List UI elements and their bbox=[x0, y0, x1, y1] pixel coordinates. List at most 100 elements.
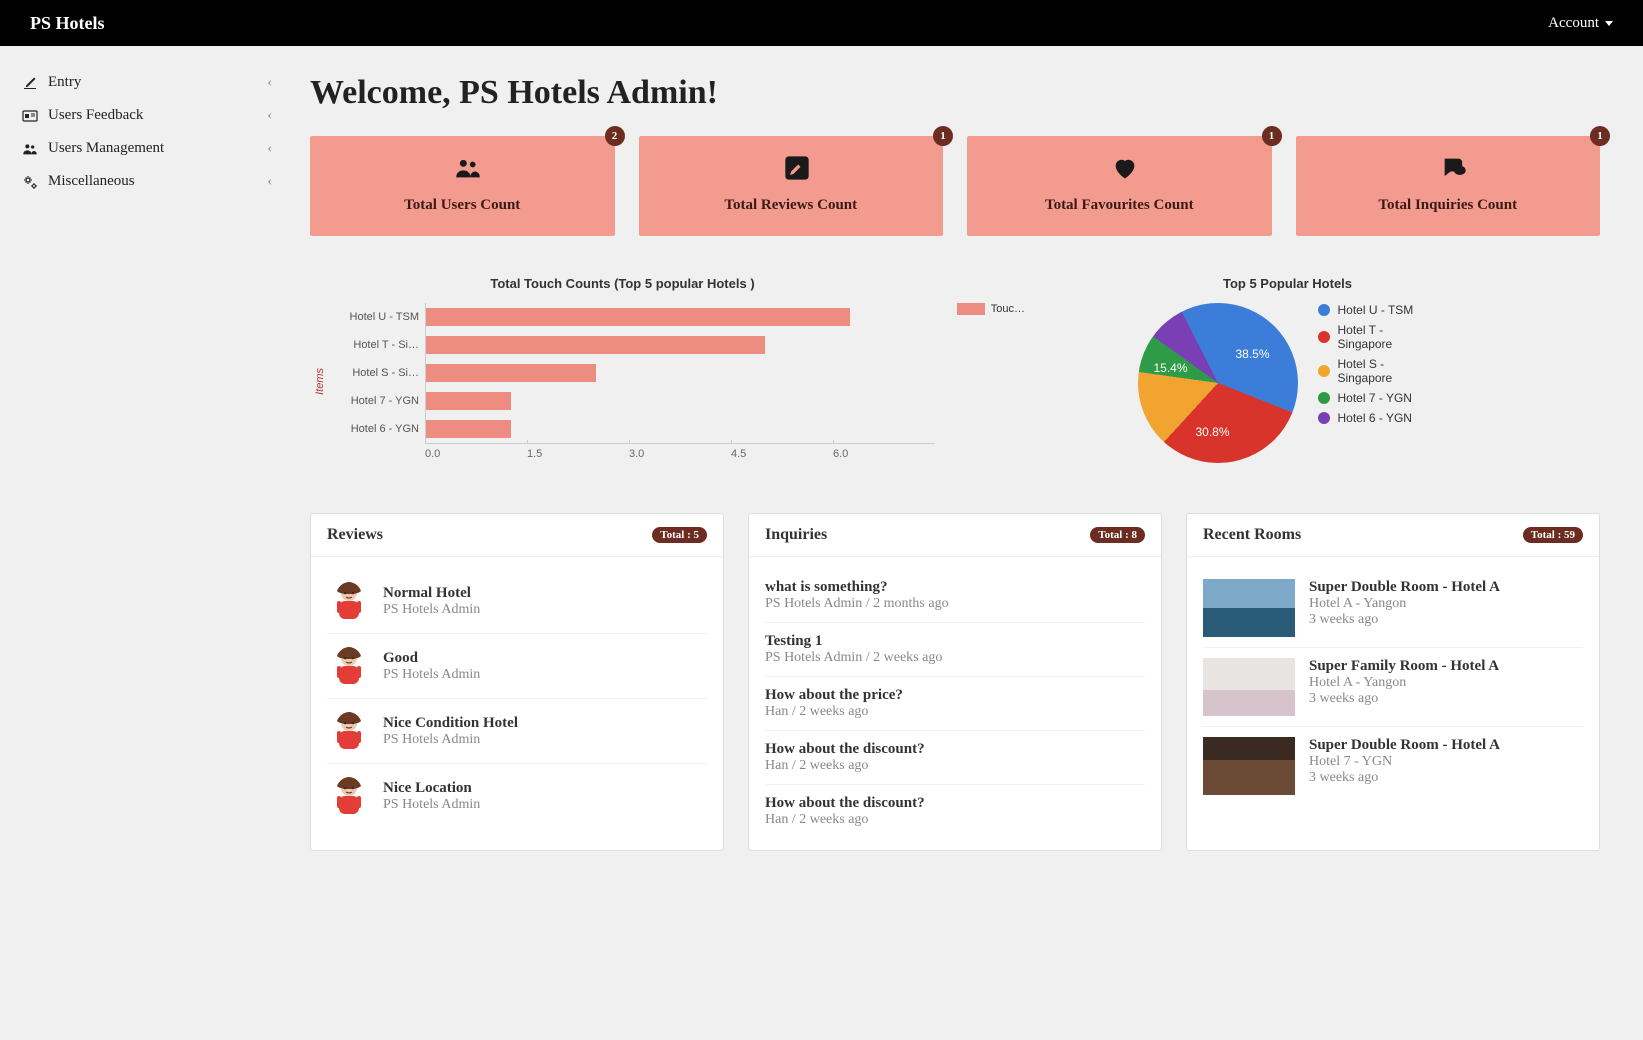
pie-legend-item: Hotel T - Singapore bbox=[1318, 323, 1438, 351]
inquiry-item[interactable]: what is something? PS Hotels Admin / 2 m… bbox=[765, 569, 1145, 623]
sidebar-item-label: Users Feedback bbox=[48, 107, 143, 124]
room-item[interactable]: Super Double Room - Hotel A Hotel A - Ya… bbox=[1203, 569, 1583, 648]
pie-chart: 38.5% 30.8% 15.4% bbox=[1138, 303, 1298, 463]
panels-row: Reviews Total : 5 Normal Hotel PS Hotels… bbox=[310, 513, 1600, 851]
inquiry-meta: Han / 2 weeks ago bbox=[765, 704, 1145, 720]
avatar bbox=[327, 579, 371, 623]
charts-row: Total Touch Counts (Top 5 popular Hotels… bbox=[310, 266, 1600, 473]
bar-row: Hotel 7 - YGN bbox=[330, 387, 935, 415]
legend-label: Hotel S - Singapore bbox=[1338, 357, 1438, 385]
chevron-left-icon: ‹ bbox=[267, 75, 272, 91]
room-thumbnail bbox=[1203, 579, 1295, 637]
bar-row: Hotel S - Si… bbox=[330, 359, 935, 387]
stat-card[interactable]: 1 Total Reviews Count bbox=[639, 136, 944, 236]
inquiry-item[interactable]: How about the discount? Han / 2 weeks ag… bbox=[765, 785, 1145, 838]
legend-swatch bbox=[957, 303, 985, 315]
review-title: Nice Condition Hotel bbox=[383, 715, 518, 732]
bar-label: Hotel S - Si… bbox=[330, 367, 425, 379]
stat-card-label: Total Inquiries Count bbox=[1306, 197, 1591, 214]
legend-swatch bbox=[1318, 365, 1330, 377]
inquiry-title: How about the discount? bbox=[765, 795, 1145, 812]
users-icon bbox=[454, 154, 470, 170]
pie-legend-item: Hotel U - TSM bbox=[1318, 303, 1438, 317]
panel-badge: Total : 59 bbox=[1523, 527, 1583, 543]
bar-row: Hotel 6 - YGN bbox=[330, 415, 935, 443]
avatar-icon bbox=[327, 644, 371, 688]
inquiry-item[interactable]: How about the price? Han / 2 weeks ago bbox=[765, 677, 1145, 731]
room-item[interactable]: Super Double Room - Hotel A Hotel 7 - YG… bbox=[1203, 727, 1583, 805]
review-meta: PS Hotels Admin bbox=[383, 667, 480, 683]
inquiry-item[interactable]: How about the discount? Han / 2 weeks ag… bbox=[765, 731, 1145, 785]
legend-label: Hotel T - Singapore bbox=[1338, 323, 1438, 351]
gears-icon bbox=[22, 174, 38, 190]
bar bbox=[426, 392, 511, 410]
stat-badge: 2 bbox=[605, 126, 625, 146]
legend-label: Hotel 6 - YGN bbox=[1338, 411, 1412, 425]
avatar-icon bbox=[327, 579, 371, 623]
panel-badge: Total : 8 bbox=[1090, 527, 1145, 543]
pie-slice-label: 30.8% bbox=[1196, 425, 1230, 439]
stat-card-label: Total Users Count bbox=[320, 197, 605, 214]
users-icon bbox=[22, 141, 38, 157]
room-time: 3 weeks ago bbox=[1309, 612, 1500, 628]
pencil-icon bbox=[783, 154, 799, 170]
legend-label: Hotel 7 - YGN bbox=[1338, 391, 1412, 405]
pie-legend-item: Hotel 6 - YGN bbox=[1318, 411, 1438, 425]
review-meta: PS Hotels Admin bbox=[383, 602, 480, 618]
bar-label: Hotel 7 - YGN bbox=[330, 395, 425, 407]
review-title: Nice Location bbox=[383, 780, 480, 797]
legend-swatch bbox=[1318, 304, 1330, 316]
rooms-panel: Recent Rooms Total : 59 Super Double Roo… bbox=[1186, 513, 1600, 851]
bar-x-axis: 0.01.53.04.56.0 bbox=[425, 443, 935, 460]
x-tick: 6.0 bbox=[833, 444, 935, 460]
brand-logo[interactable]: PS Hotels bbox=[30, 13, 105, 34]
chat-icon bbox=[1440, 154, 1456, 170]
sidebar-item-miscellaneous[interactable]: Miscellaneous ‹ bbox=[18, 165, 290, 198]
review-item[interactable]: Normal Hotel PS Hotels Admin bbox=[327, 569, 707, 634]
stat-badge: 1 bbox=[1262, 126, 1282, 146]
review-item[interactable]: Good PS Hotels Admin bbox=[327, 634, 707, 699]
x-tick: 4.5 bbox=[731, 444, 833, 460]
inquiry-title: Testing 1 bbox=[765, 633, 1145, 650]
chevron-left-icon: ‹ bbox=[267, 174, 272, 190]
review-item[interactable]: Nice Location PS Hotels Admin bbox=[327, 764, 707, 828]
sidebar-item-entry[interactable]: Entry ‹ bbox=[18, 66, 290, 99]
room-hotel: Hotel A - Yangon bbox=[1309, 596, 1500, 612]
sidebar-item-users management[interactable]: Users Management ‹ bbox=[18, 132, 290, 165]
review-meta: PS Hotels Admin bbox=[383, 732, 518, 748]
panel-title: Inquiries bbox=[765, 526, 827, 544]
panel-badge: Total : 5 bbox=[652, 527, 707, 543]
inquiry-item[interactable]: Testing 1 PS Hotels Admin / 2 weeks ago bbox=[765, 623, 1145, 677]
account-menu[interactable]: Account bbox=[1548, 15, 1613, 32]
stat-card[interactable]: 1 Total Inquiries Count bbox=[1296, 136, 1601, 236]
x-tick: 3.0 bbox=[629, 444, 731, 460]
room-hotel: Hotel 7 - YGN bbox=[1309, 754, 1500, 770]
caret-down-icon bbox=[1605, 21, 1613, 26]
stat-cards-row: 2 Total Users Count 1 Total Reviews Coun… bbox=[310, 136, 1600, 236]
stat-badge: 1 bbox=[933, 126, 953, 146]
bar-chart-legend: Touc… bbox=[957, 303, 1025, 315]
pie-slice-label: 15.4% bbox=[1154, 361, 1188, 375]
review-item[interactable]: Nice Condition Hotel PS Hotels Admin bbox=[327, 699, 707, 764]
stat-card-label: Total Reviews Count bbox=[649, 197, 934, 214]
bar-label: Hotel 6 - YGN bbox=[330, 423, 425, 435]
chevron-left-icon: ‹ bbox=[267, 141, 272, 157]
stat-card[interactable]: 1 Total Favourites Count bbox=[967, 136, 1272, 236]
inquiries-panel: Inquiries Total : 8 what is something? P… bbox=[748, 513, 1162, 851]
stat-badge: 1 bbox=[1590, 126, 1610, 146]
sidebar-item-users feedback[interactable]: Users Feedback ‹ bbox=[18, 99, 290, 132]
room-item[interactable]: Super Family Room - Hotel A Hotel A - Ya… bbox=[1203, 648, 1583, 727]
legend-label: Hotel U - TSM bbox=[1338, 303, 1414, 317]
review-title: Good bbox=[383, 650, 480, 667]
legend-swatch bbox=[1318, 392, 1330, 404]
avatar bbox=[327, 774, 371, 818]
bar-label: Hotel T - Si… bbox=[330, 339, 425, 351]
legend-swatch bbox=[1318, 331, 1330, 343]
sidebar: Entry ‹ Users Feedback ‹ Users Managemen… bbox=[0, 46, 290, 911]
panel-title: Recent Rooms bbox=[1203, 526, 1301, 544]
room-time: 3 weeks ago bbox=[1309, 691, 1499, 707]
pie-chart-section: Top 5 Popular Hotels 38.5% 30.8% 15.4% H… bbox=[975, 276, 1600, 463]
stat-card[interactable]: 2 Total Users Count bbox=[310, 136, 615, 236]
bar-chart-section: Total Touch Counts (Top 5 popular Hotels… bbox=[310, 276, 935, 463]
room-thumbnail bbox=[1203, 737, 1295, 795]
